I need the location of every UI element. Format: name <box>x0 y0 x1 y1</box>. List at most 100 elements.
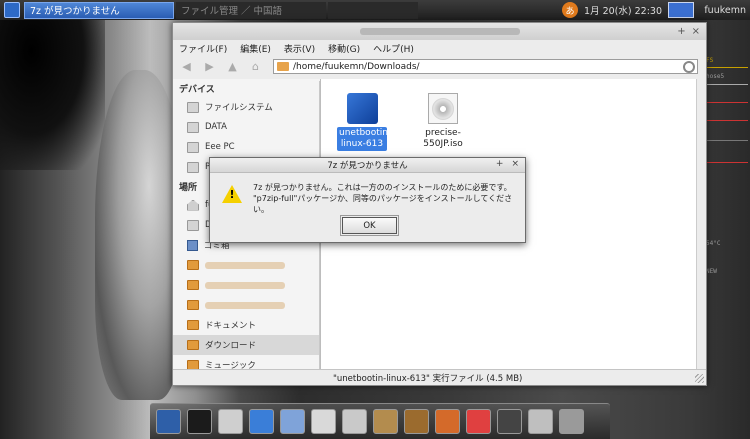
drive-icon <box>187 161 199 173</box>
sidebar-item-filesystem[interactable]: ファイルシステム <box>173 97 320 117</box>
conky-bar <box>706 67 748 68</box>
ok-button[interactable]: OK <box>340 215 399 236</box>
workspace-switcher[interactable] <box>668 2 694 18</box>
conky-bar <box>706 162 748 163</box>
iso-disc-icon <box>428 93 458 124</box>
search-icon[interactable] <box>342 409 367 434</box>
reload-icon[interactable] <box>683 60 695 73</box>
system-monitor: FS hose5 54°C NEW <box>704 22 750 332</box>
conky-fs: FS <box>706 57 714 64</box>
fm-menubar: ファイル(F) 編集(E) 表示(V) 移動(G) ヘルプ(H) <box>173 40 706 57</box>
conky-bar <box>706 84 748 85</box>
conky-bar <box>706 102 748 103</box>
dialog-message-line2: "p7zip-full"パッケージか、同等のパッケージをインストールしてください… <box>253 194 513 214</box>
sidebar-item-label: ドキュメント <box>205 321 257 331</box>
close-icon[interactable]: × <box>692 26 700 37</box>
up-icon[interactable]: ▲ <box>223 59 242 74</box>
sidebar-item-bookmark3[interactable] <box>173 295 320 315</box>
power-icon[interactable] <box>559 409 584 434</box>
task-label: ファイル管理 ／ 中国語 <box>181 6 283 17</box>
drive-icon <box>187 141 199 153</box>
sidebar-item-bookmark1[interactable] <box>173 255 320 275</box>
sidebar-item-label: ミュージック <box>205 361 256 369</box>
clock[interactable]: 1月 20(水) 22:30 <box>584 3 662 17</box>
forward-icon[interactable]: ▶ <box>200 59 219 74</box>
dialog-message-line1: 7z が見つかりません。これは一方ののインストールのために必要です。 <box>253 183 512 192</box>
folder-icon <box>187 340 199 350</box>
folder-icon <box>277 62 289 71</box>
fm-toolbar: ◀ ▶ ▲ ⌂ /home/fuukemn/Downloads/ <box>173 57 706 76</box>
conky-bar <box>706 140 748 141</box>
archive-icon[interactable] <box>373 409 398 434</box>
terminal-icon[interactable] <box>187 409 212 434</box>
task-other[interactable] <box>328 1 418 19</box>
sidebar-item-downloads[interactable]: ダウンロード <box>173 335 320 355</box>
folder-icon <box>187 320 199 330</box>
settings-icon[interactable] <box>311 409 336 434</box>
media-player-icon[interactable] <box>404 409 429 434</box>
dialog-message: 7z が見つかりません。これは一方ののインストールのために必要です。 "p7zi… <box>253 182 525 215</box>
file-precise-iso[interactable]: precise-550JP.iso <box>407 93 479 151</box>
sidebar-item-music[interactable]: ミュージック <box>173 355 320 369</box>
menu-edit[interactable]: 編集(E) <box>240 42 271 55</box>
top-taskbar: 7z が見つかりません ファイル管理 ／ 中国語 あ 1月 20(水) 22:3… <box>0 0 750 20</box>
sidebar-item-data[interactable]: DATA <box>173 117 320 137</box>
fm-statusbar: "unetbootin-linux-613" 実行ファイル (4.5 MB) <box>173 369 706 385</box>
file-label: precise-550JP.iso <box>423 128 463 149</box>
content-scrollbar[interactable] <box>696 79 706 369</box>
maximize-icon[interactable]: + <box>677 26 685 37</box>
menu-help[interactable]: ヘルプ(H) <box>373 42 414 55</box>
sidebar-item-eeepc[interactable]: Eee PC <box>173 137 320 157</box>
back-icon[interactable]: ◀ <box>177 59 196 74</box>
wallpaper-hair <box>0 0 105 170</box>
blurred-label <box>205 301 285 309</box>
fm-titlebar[interactable]: + × <box>173 23 706 40</box>
trash-icon[interactable] <box>528 409 553 434</box>
drive-icon <box>187 101 199 113</box>
drive-icon <box>187 121 199 133</box>
desktop-icon <box>187 219 199 231</box>
conky-temp: 54°C <box>706 240 721 247</box>
blurred-label <box>205 281 285 289</box>
start-menu-icon[interactable] <box>4 2 20 18</box>
dialog-title: 7z が見つかりません <box>327 161 408 171</box>
disc-icon <box>432 97 454 120</box>
image-editor-icon[interactable] <box>435 409 460 434</box>
menu-file[interactable]: ファイル(F) <box>179 42 227 55</box>
dialog-titlebar[interactable]: 7z が見つかりません + × <box>210 158 525 173</box>
conky-net: NEW <box>706 268 717 275</box>
sidebar-item-documents[interactable]: ドキュメント <box>173 315 320 335</box>
conky-host: hose5 <box>706 73 725 80</box>
sidebar-item-label: DATA <box>205 122 227 132</box>
username[interactable]: fuukemn <box>700 5 746 16</box>
warning-icon: ! <box>222 185 242 203</box>
unetbootin-icon <box>346 93 378 124</box>
sidebar-devices-header: デバイス <box>179 84 215 95</box>
close-icon[interactable]: × <box>511 159 519 169</box>
resize-grip-icon[interactable] <box>695 374 704 383</box>
conky-bar <box>706 120 748 121</box>
maximize-icon[interactable]: + <box>496 159 504 169</box>
font-viewer-icon[interactable] <box>466 409 491 434</box>
folder-icon <box>187 280 199 290</box>
sidebar-item-label: Eee PC <box>205 142 235 152</box>
folder-icon <box>187 260 199 270</box>
location-bar[interactable]: /home/fuukemn/Downloads/ <box>273 59 698 74</box>
task-label: 7z が見つかりません <box>30 6 120 17</box>
task-file-manager[interactable]: ファイル管理 ／ 中国語 <box>176 1 326 19</box>
browser-icon[interactable] <box>249 409 274 434</box>
sidebar-item-bookmark2[interactable] <box>173 275 320 295</box>
menu-go[interactable]: 移動(G) <box>328 42 360 55</box>
input-method-icon[interactable]: あ <box>562 2 579 18</box>
system-monitor-icon[interactable] <box>280 409 305 434</box>
audio-icon[interactable] <box>497 409 522 434</box>
task-7z-dialog[interactable]: 7z が見つかりません <box>24 1 174 19</box>
file-label: unetbootin-linux-613 <box>337 127 392 151</box>
home-icon[interactable]: ⌂ <box>246 59 265 74</box>
status-text: "unetbootin-linux-613" 実行ファイル (4.5 MB) <box>333 373 523 384</box>
dialog-controls: + × <box>496 159 519 169</box>
menu-view[interactable]: 表示(V) <box>284 42 315 55</box>
file-manager-icon[interactable] <box>218 409 243 434</box>
file-unetbootin[interactable]: unetbootin-linux-613 <box>326 93 398 151</box>
desktop-switch-icon[interactable] <box>156 409 181 434</box>
